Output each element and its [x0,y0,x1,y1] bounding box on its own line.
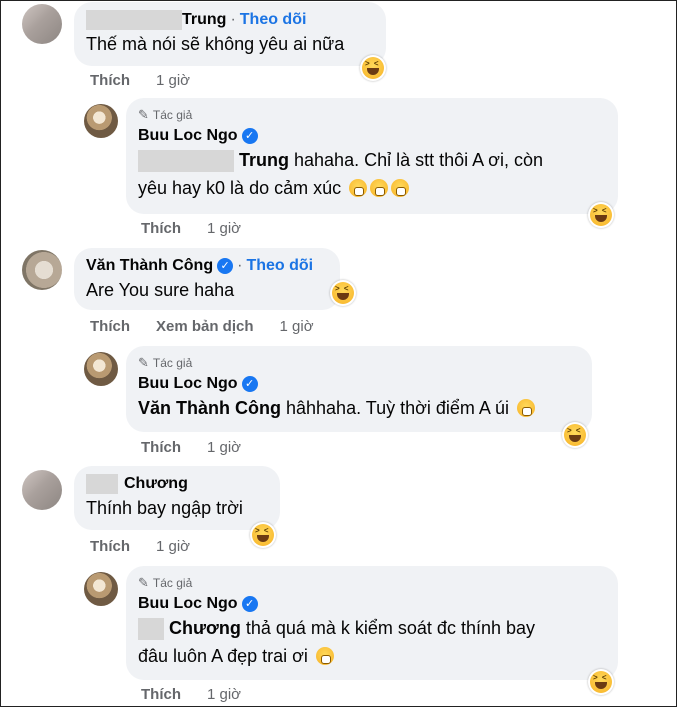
like-button[interactable]: Thích [90,72,130,89]
comment-bubble: Chương Thính bay ngập trời [74,466,280,530]
commenter-avatar[interactable] [22,4,62,44]
author-label-text: Tác giả [152,356,193,370]
comment-text: Thính bay ngập trời [86,498,243,518]
redacted-name [138,618,164,641]
reply-text-line2: đâu luôn A đẹp trai ơi [138,646,308,666]
reply-text-line: yêu hay k0 là do cảm xúc [138,174,606,202]
like-button[interactable]: Thích [90,318,130,335]
reply-bubble: ✎ Tác giả Buu Loc Ngo ✓ Chương thả quá mà… [126,566,618,680]
haha-reaction-icon[interactable] [562,422,588,448]
reply-actions: Thích 1 giờ [141,220,241,237]
comment-bubble: Văn Thành Công ✓ · Theo dõi Are You sure… [74,248,340,310]
astonished-emoji-icon [516,399,535,417]
verified-badge-icon: ✓ [241,596,258,612]
author-avatar[interactable] [84,104,118,138]
reply-text-line1: hâhhaha. Tuỳ thời điểm A úi [281,398,509,418]
haha-face-icon [362,57,384,79]
haha-reaction-icon[interactable] [360,55,386,81]
comment-text: Are You sure haha [86,280,235,300]
separator-dot: · [237,257,243,274]
timestamp[interactable]: 1 giờ [156,72,190,89]
haha-reaction-icon[interactable] [588,202,614,228]
author-label-text: Tác giả [152,576,193,590]
reply-header: Buu Loc Ngo ✓ [138,374,580,394]
author-label: ✎ Tác giả [138,354,580,372]
follow-link[interactable]: Theo dõi [240,10,307,30]
reply-text-line2: yêu hay k0 là do cảm xúc [138,178,342,198]
reply-author-name[interactable]: Buu Loc Ngo [138,594,238,614]
timestamp[interactable]: 1 giờ [207,439,241,456]
timestamp[interactable]: 1 giờ [156,538,190,555]
reply-author-name[interactable]: Buu Loc Ngo [138,374,238,394]
follow-link[interactable]: Theo dõi [246,256,313,276]
reply-text: Trung hahaha. Chỉ là stt thôi A ơi, còn [138,146,606,174]
mention-tag[interactable]: Chương [169,618,241,638]
mention-tag[interactable]: Văn Thành Công [138,398,281,418]
like-button[interactable]: Thích [141,439,181,456]
reply-actions: Thích 1 giờ [141,439,241,456]
pen-icon: ✎ [138,575,149,590]
haha-reaction-icon[interactable] [330,280,356,306]
author-label: ✎ Tác giả [138,574,606,592]
comment-actions: Thích Xem bản dịch 1 giờ [90,318,314,335]
pen-icon: ✎ [138,107,149,122]
astonished-emoji-icon [349,179,368,197]
reply-text-line1: thả quá mà k kiểm soát đc thính bay [240,618,536,638]
haha-reaction-icon[interactable] [250,522,276,548]
haha-face-icon [252,524,274,546]
reply-text-line: đâu luôn A đẹp trai ơi [138,642,606,670]
like-button[interactable]: Thích [90,538,130,555]
haha-face-icon [332,282,354,304]
separator-dot: · [230,11,236,28]
haha-reaction-icon[interactable] [588,669,614,695]
commenter-name[interactable]: Chương [124,474,188,494]
redacted-name [86,10,182,30]
comment-actions: Thích 1 giờ [90,538,190,555]
timestamp[interactable]: 1 giờ [280,318,314,335]
translate-link[interactable]: Xem bản dịch [156,318,254,335]
author-label-text: Tác giả [152,108,193,122]
timestamp[interactable]: 1 giờ [207,220,241,237]
reply-bubble: ✎ Tác giả Buu Loc Ngo ✓ Trung hahaha. Chỉ… [126,98,618,214]
mention-tag[interactable]: Trung [239,150,289,170]
reply-header: Buu Loc Ngo ✓ [138,126,606,146]
reply-text: Văn Thành Công hâhhaha. Tuỳ thời điểm A … [138,394,580,422]
comment-header: Chương [86,474,268,494]
author-label: ✎ Tác giả [138,106,606,124]
comment-header: Văn Thành Công ✓ · Theo dõi [86,256,328,276]
redacted-name [138,150,234,173]
pen-icon: ✎ [138,355,149,370]
commenter-name[interactable]: Văn Thành Công [86,256,213,276]
reply-actions: Thích 1 giờ [141,686,241,703]
haha-face-icon [564,424,586,446]
haha-face-icon [590,671,612,693]
author-avatar[interactable] [84,572,118,606]
author-avatar[interactable] [84,352,118,386]
comment-bubble: Trung · Theo dõi Thế mà nói sẽ không yêu… [74,2,386,66]
comment-header: Trung · Theo dõi [86,10,374,30]
commenter-avatar[interactable] [22,470,62,510]
reply-text: Chương thả quá mà k kiểm soát đc thính b… [138,614,606,642]
verified-badge-icon: ✓ [217,258,234,274]
like-button[interactable]: Thích [141,220,181,237]
reply-header: Buu Loc Ngo ✓ [138,594,606,614]
astonished-emoji-icon [391,179,410,197]
like-button[interactable]: Thích [141,686,181,703]
verified-badge-icon: ✓ [241,128,258,144]
verified-badge-icon: ✓ [241,376,258,392]
reply-author-name[interactable]: Buu Loc Ngo [138,126,238,146]
redacted-name [86,474,118,494]
commenter-avatar[interactable] [22,250,62,290]
comment-text: Thế mà nói sẽ không yêu ai nữa [86,34,345,54]
reply-text-line1: hahaha. Chỉ là stt thôi A ơi, còn [289,150,543,170]
reply-bubble: ✎ Tác giả Buu Loc Ngo ✓ Văn Thành Công hâ… [126,346,592,432]
timestamp[interactable]: 1 giờ [207,686,241,703]
commenter-name[interactable]: Trung [182,10,226,30]
haha-face-icon [590,204,612,226]
astonished-emoji-icon [370,179,389,197]
astonished-emoji-icon [315,647,334,665]
comment-actions: Thích 1 giờ [90,72,190,89]
